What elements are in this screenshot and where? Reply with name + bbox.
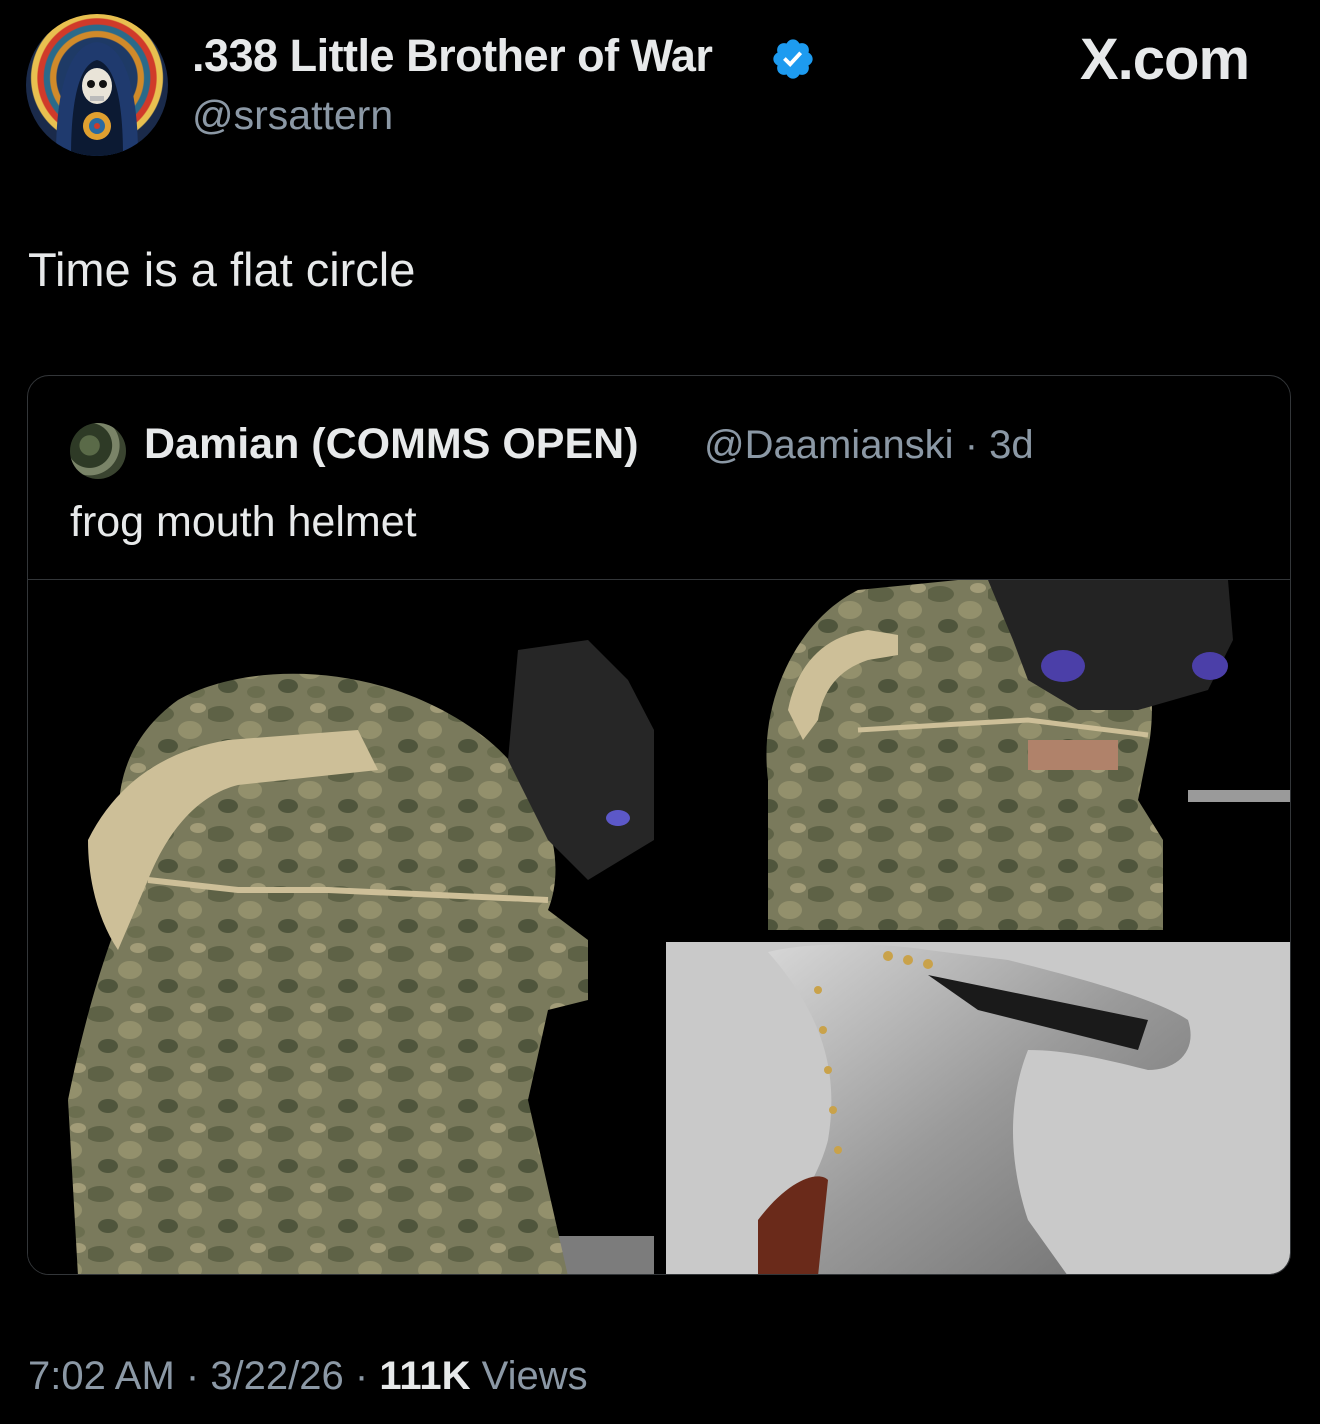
footer-separator: · xyxy=(174,1354,211,1398)
tweet-date[interactable]: 3/22/26 xyxy=(210,1354,343,1398)
views-count[interactable]: 111K xyxy=(379,1354,470,1398)
brand-label: X.com xyxy=(1080,27,1250,92)
quoted-tweet-card[interactable]: Damian (COMMS OPEN) @Daamianski · 3d fro… xyxy=(27,375,1291,1275)
meta-separator: · xyxy=(953,423,990,467)
author-display-name[interactable]: .338 Little Brother of War xyxy=(192,30,713,82)
quoted-tweet-text: frog mouth helmet xyxy=(70,498,417,546)
camo-helmet-side-image[interactable] xyxy=(28,580,654,1275)
quoted-tweet-age: 3d xyxy=(989,423,1034,467)
quoted-author-handle[interactable]: @Daamianski xyxy=(704,423,954,467)
quoted-author-display-name[interactable]: Damian (COMMS OPEN) xyxy=(144,420,639,469)
views-label: Views xyxy=(470,1354,588,1398)
frog-mouth-helm-image[interactable] xyxy=(666,942,1291,1275)
quoted-author-avatar[interactable] xyxy=(70,423,126,479)
quoted-tweet-media-grid[interactable] xyxy=(28,580,1291,1275)
camo-helmet-front-image[interactable] xyxy=(666,580,1291,930)
tweet-time[interactable]: 7:02 AM xyxy=(28,1354,175,1398)
verified-badge-icon xyxy=(773,39,813,79)
author-avatar[interactable] xyxy=(26,14,168,156)
tweet-footer: 7:02 AM · 3/22/26 · 111K Views xyxy=(28,1354,588,1399)
author-handle[interactable]: @srsattern xyxy=(192,92,393,139)
grim-reaper-avatar-image xyxy=(56,42,138,156)
quoted-author-meta: @Daamianski · 3d xyxy=(704,423,1034,468)
footer-separator: · xyxy=(343,1354,380,1398)
tweet-text: Time is a flat circle xyxy=(28,243,416,296)
